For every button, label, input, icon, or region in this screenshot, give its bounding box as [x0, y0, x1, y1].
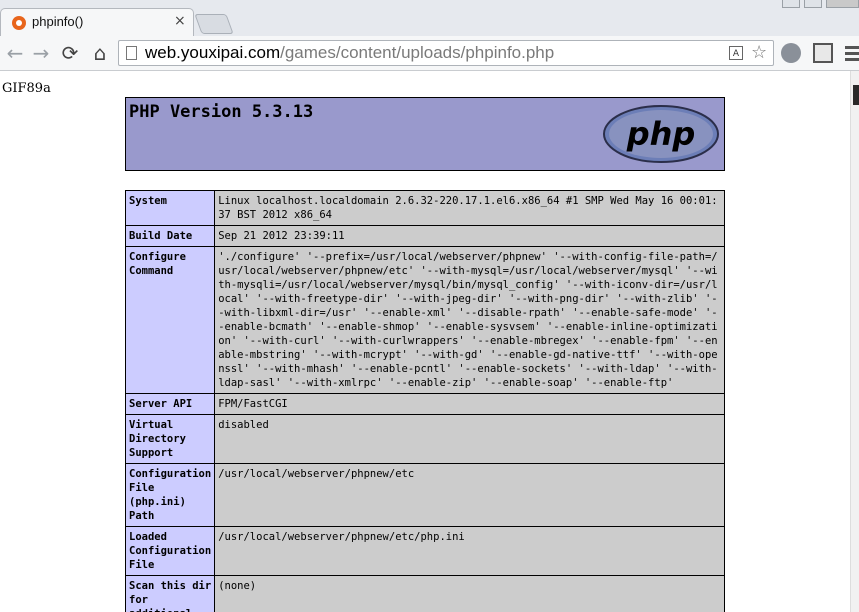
- php-favicon-icon: [12, 16, 26, 30]
- translate-icon[interactable]: A: [729, 46, 743, 60]
- scrollbar-thumb[interactable]: [853, 85, 859, 105]
- bookmark-star-icon[interactable]: ☆: [751, 42, 767, 63]
- table-row: System Linux localhost.localdomain 2.6.32…: [124, 190, 725, 226]
- row-key: Virtual Directory Support: [124, 414, 216, 464]
- tab-close-icon[interactable]: ×: [174, 13, 186, 29]
- maximize-button[interactable]: [804, 0, 822, 8]
- chrome-menu-icon[interactable]: [845, 43, 859, 63]
- row-value: Linux localhost.localdomain 2.6.32-220.1…: [214, 190, 725, 226]
- row-value: /usr/local/webserver/phpnew/etc: [214, 463, 725, 527]
- page-viewport: GIF89a PHP Version 5.3.13 php System Linu…: [0, 71, 859, 612]
- page-icon: [126, 46, 137, 60]
- close-window-button[interactable]: [826, 0, 859, 8]
- table-row: Virtual Directory Support disabled: [124, 414, 725, 464]
- vertical-scrollbar[interactable]: [850, 71, 859, 612]
- row-key: Build Date: [124, 225, 216, 247]
- row-key: Loaded Configuration File: [124, 526, 216, 576]
- tab-title: phpinfo(): [32, 14, 84, 29]
- row-key: System: [124, 190, 216, 226]
- table-row: Server API FPM/FastCGI: [124, 393, 725, 415]
- new-tab-button[interactable]: [194, 14, 234, 34]
- globe-extension-icon[interactable]: [781, 43, 801, 63]
- home-button[interactable]: ⌂: [87, 40, 113, 66]
- address-bar[interactable]: web.youxipai.com/games/content/uploads/p…: [118, 40, 774, 66]
- row-key: Scan this dir for additional .ini files: [124, 575, 216, 612]
- row-key: Server API: [124, 393, 216, 415]
- browser-tab[interactable]: phpinfo() ×: [0, 8, 194, 36]
- php-version-title: PHP Version 5.3.13: [129, 102, 314, 122]
- row-value: disabled: [214, 414, 725, 464]
- browser-toolbar: ← → ⟳ ⌂ web.youxipai.com/games/content/u…: [0, 36, 859, 71]
- reload-button[interactable]: ⟳: [57, 40, 83, 66]
- info-table: System Linux localhost.localdomain 2.6.32…: [124, 190, 725, 612]
- php-logo-text: php: [626, 115, 696, 153]
- back-button[interactable]: ←: [2, 40, 28, 66]
- table-row: Configure Command './configure' '--prefix…: [124, 246, 725, 394]
- row-value: FPM/FastCGI: [214, 393, 725, 415]
- php-logo-icon[interactable]: php: [602, 104, 720, 164]
- row-value: './configure' '--prefix=/usr/local/webse…: [214, 246, 725, 394]
- row-value: (none): [214, 575, 725, 612]
- row-key: Configuration File (php.ini) Path: [124, 463, 216, 527]
- table-row: Build Date Sep 21 2012 23:39:11: [124, 225, 725, 247]
- gif-header-text: GIF89a: [2, 81, 51, 96]
- table-row: Configuration File (php.ini) Path/usr/lo…: [124, 463, 725, 527]
- row-key: Configure Command: [124, 246, 216, 394]
- extension-icon[interactable]: [813, 43, 833, 63]
- url-path: /games/content/uploads/phpinfo.php: [280, 43, 555, 62]
- row-value: /usr/local/webserver/phpnew/etc/php.ini: [214, 526, 725, 576]
- url-host: web.youxipai.com: [145, 43, 281, 62]
- forward-button[interactable]: →: [28, 40, 54, 66]
- phpinfo-header: PHP Version 5.3.13 php: [125, 97, 725, 171]
- row-value: Sep 21 2012 23:39:11: [214, 225, 725, 247]
- minimize-button[interactable]: [782, 0, 800, 8]
- table-row: Loaded Configuration File/usr/local/webs…: [124, 526, 725, 576]
- title-bar: phpinfo() ×: [0, 0, 859, 36]
- table-row: Scan this dir for additional .ini files(…: [124, 575, 725, 612]
- url-text[interactable]: web.youxipai.com/games/content/uploads/p…: [145, 43, 554, 63]
